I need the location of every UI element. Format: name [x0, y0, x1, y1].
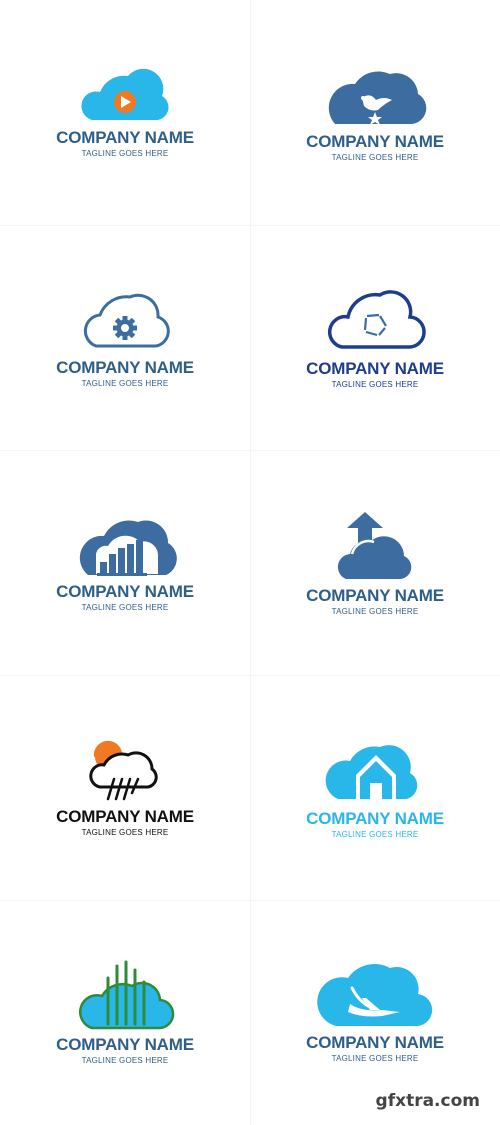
logo-card: COMPANY NAME TAGLINE GOES HERE [0, 675, 250, 900]
cloud-house-icon [325, 745, 418, 799]
logo-card: COMPANY NAME TAGLINE GOES HERE [0, 0, 250, 225]
company-name: COMPANY NAME [306, 132, 444, 151]
cloud-city-icon [79, 960, 175, 1030]
tagline: TAGLINE GOES HERE [81, 149, 169, 158]
cloud-aperture-icon [328, 290, 426, 349]
company-name: COMPANY NAME [306, 359, 444, 378]
tagline: TAGLINE GOES HERE [81, 603, 169, 612]
cloud-upload-arrow-icon [337, 512, 412, 579]
company-name: COMPANY NAME [56, 358, 194, 377]
logo-card: COMPANY NAME TAGLINE GOES HERE [250, 225, 500, 450]
company-name: COMPANY NAME [56, 128, 194, 147]
cloud-rain-sun-icon [89, 740, 158, 801]
company-name: COMPANY NAME [306, 1033, 444, 1052]
tagline: TAGLINE GOES HERE [81, 828, 169, 837]
company-name: COMPANY NAME [56, 582, 194, 601]
cloud-play-icon [81, 68, 169, 120]
tagline: TAGLINE GOES HERE [81, 1056, 169, 1065]
tagline: TAGLINE GOES HERE [81, 379, 169, 388]
logo-card: COMPANY NAME TAGLINE GOES HERE [0, 225, 250, 450]
cloud-bar-chart-icon [79, 520, 177, 576]
logo-card: COMPANY NAME TAGLINE GOES HERE [250, 0, 500, 225]
tagline: TAGLINE GOES HERE [331, 1054, 419, 1063]
watermark: gfxtra.com [369, 1089, 486, 1113]
tagline: TAGLINE GOES HERE [331, 380, 419, 389]
cloud-bird-icon [328, 71, 427, 125]
company-name: COMPANY NAME [306, 809, 444, 828]
cloud-gear-icon [83, 293, 170, 348]
company-name: COMPANY NAME [56, 1035, 194, 1054]
logo-sheet: COMPANY NAME TAGLINE GOES HERE COMPANY N… [0, 0, 500, 1125]
company-name: COMPANY NAME [306, 586, 444, 605]
logo-card: COMPANY NAME TAGLINE GOES HERE [0, 900, 250, 1125]
tagline: TAGLINE GOES HERE [331, 607, 419, 616]
logo-card: COMPANY NAME TAGLINE GOES HERE [0, 450, 250, 675]
tagline: TAGLINE GOES HERE [331, 830, 419, 839]
logo-card: COMPANY NAME TAGLINE GOES HERE [250, 450, 500, 675]
tagline: TAGLINE GOES HERE [331, 153, 419, 162]
company-name: COMPANY NAME [56, 807, 194, 826]
logo-card: COMPANY NAME TAGLINE GOES HERE [250, 675, 500, 900]
